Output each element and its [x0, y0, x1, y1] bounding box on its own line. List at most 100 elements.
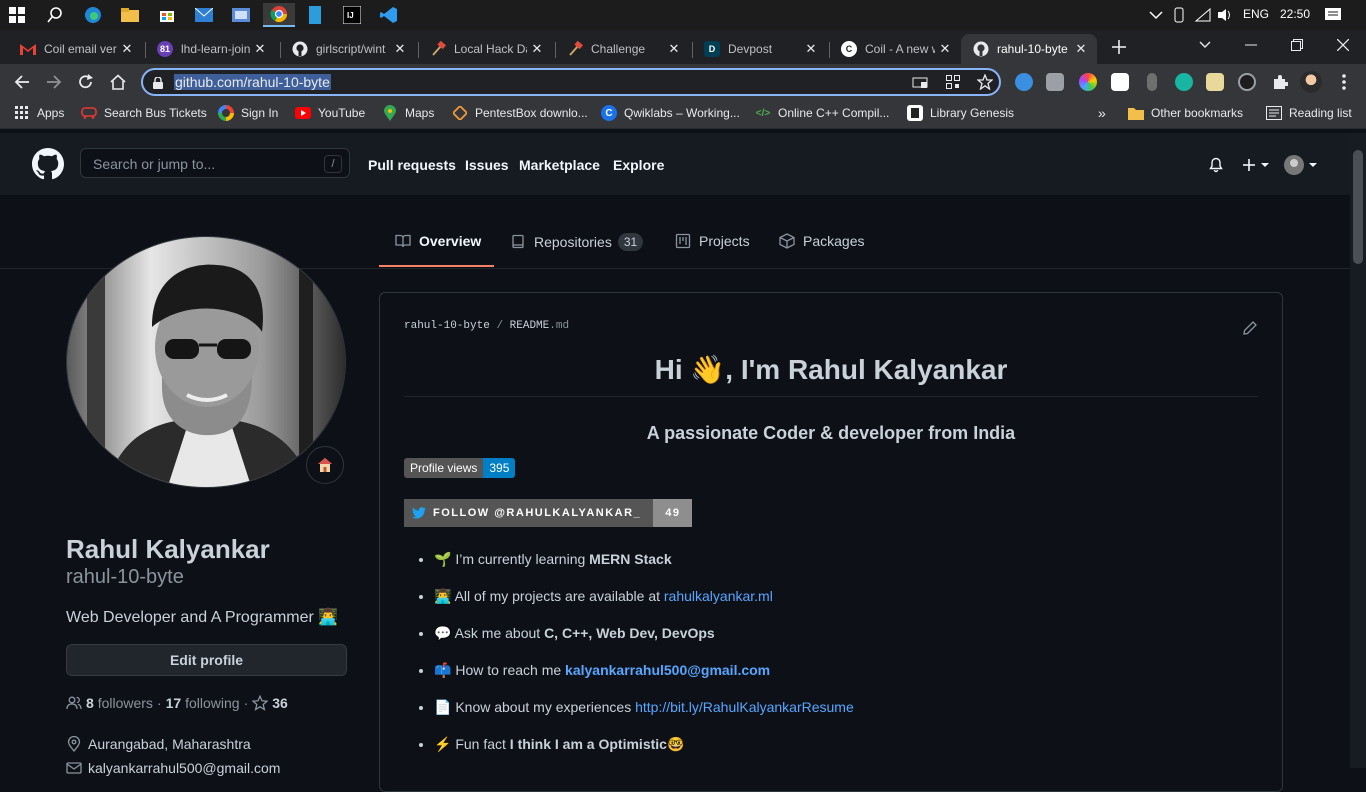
browser-tab[interactable]: 81 lhd-learn-join ✕ — [145, 34, 276, 64]
readme-path-user[interactable]: rahul-10-byte — [404, 320, 490, 332]
nav-marketplace[interactable]: Marketplace — [519, 157, 600, 173]
extension-note-icon[interactable] — [1206, 73, 1224, 91]
cast-icon[interactable] — [912, 76, 928, 94]
bookmark-star-icon[interactable] — [976, 73, 994, 95]
volume-icon[interactable] — [1212, 3, 1238, 27]
tab-projects[interactable]: Projects — [675, 233, 750, 249]
browser-tab[interactable]: Local Hack Da ✕ — [418, 34, 553, 64]
file-explorer-icon[interactable] — [117, 3, 143, 27]
reload-icon[interactable] — [74, 70, 98, 94]
mail-icon[interactable] — [191, 3, 217, 27]
following-link[interactable]: 17 following — [166, 695, 240, 711]
user-menu-avatar[interactable] — [1284, 154, 1320, 181]
bookmark-sign-in[interactable]: Sign In — [218, 105, 278, 121]
browser-tab-active[interactable]: rahul-10-byte ✕ — [961, 34, 1097, 64]
new-tab-icon[interactable] — [1106, 35, 1132, 59]
readme-path-file[interactable]: README — [510, 320, 550, 332]
tab-overview[interactable]: Overview — [395, 233, 481, 249]
close-tab-icon[interactable]: ✕ — [935, 41, 955, 57]
nav-issues[interactable]: Issues — [465, 157, 509, 173]
readme-divider — [404, 396, 1258, 397]
store-icon[interactable] — [154, 3, 180, 27]
notifications-bell-icon[interactable] — [1208, 157, 1224, 178]
set-status-button[interactable] — [306, 446, 344, 484]
bookmark-youtube[interactable]: YouTube — [295, 105, 365, 121]
resume-link[interactable]: http://bit.ly/RahulKalyankarResume — [635, 699, 854, 715]
browser-tab[interactable]: C Coil - A new w ✕ — [829, 34, 961, 64]
close-tab-icon[interactable]: ✕ — [117, 41, 137, 57]
restore-icon[interactable] — [1284, 33, 1310, 57]
close-tab-icon[interactable]: ✕ — [801, 41, 821, 57]
tab-repositories[interactable]: Repositories 31 — [510, 233, 644, 251]
bookmark-cpp-compiler[interactable]: </> Online C++ Compil... — [755, 105, 890, 121]
extensions-puzzle-icon[interactable] — [1268, 70, 1292, 94]
package-icon — [779, 233, 795, 249]
forward-icon[interactable] — [42, 70, 66, 94]
bookmark-maps[interactable]: Maps — [382, 105, 434, 121]
browser-tab[interactable]: D Devpost ✕ — [692, 34, 827, 64]
vscode-icon[interactable] — [376, 3, 402, 27]
extension-color-icon[interactable] — [1079, 73, 1097, 91]
search-icon[interactable] — [42, 3, 68, 27]
back-icon[interactable] — [10, 70, 34, 94]
extension-m-icon[interactable] — [1175, 73, 1193, 91]
lock-icon[interactable] — [153, 76, 163, 94]
close-tab-icon[interactable]: ✕ — [390, 41, 410, 57]
nav-pull-requests[interactable]: Pull requests — [368, 157, 456, 173]
tab-search-chevron-icon[interactable] — [1192, 33, 1218, 57]
edge-icon[interactable] — [80, 3, 106, 27]
bookmarks-overflow[interactable]: » — [1098, 105, 1106, 121]
close-tab-icon[interactable]: ✕ — [1071, 41, 1091, 57]
bookmark-qwiklabs[interactable]: C Qwiklabs – Working... — [601, 105, 740, 121]
scrollbar-thumb[interactable] — [1353, 150, 1363, 264]
address-bar[interactable]: github.com/rahul-10-byte — [141, 68, 1001, 96]
bookmark-library-genesis[interactable]: Library Genesis — [907, 105, 1014, 121]
bookmark-other-folder[interactable]: Other bookmarks — [1128, 105, 1243, 121]
bookmark-app-icon[interactable] — [302, 3, 328, 27]
chrome-menu-icon[interactable] — [1332, 70, 1356, 94]
browser-tab[interactable]: Challenge ✕ — [555, 34, 690, 64]
edit-profile-button[interactable]: Edit profile — [66, 644, 347, 676]
extension-owl-icon[interactable] — [1111, 73, 1129, 91]
close-tab-icon[interactable]: ✕ — [250, 41, 270, 57]
close-tab-icon[interactable]: ✕ — [664, 41, 684, 57]
followers-link[interactable]: 8 followers — [86, 695, 153, 711]
chrome-icon[interactable] — [263, 3, 295, 27]
home-icon[interactable] — [106, 70, 130, 94]
nav-explore[interactable]: Explore — [613, 157, 664, 173]
github-logo-icon[interactable] — [32, 148, 64, 185]
qr-code-icon[interactable] — [946, 75, 960, 94]
portfolio-link[interactable]: rahulkalyankar.ml — [664, 588, 773, 604]
close-tab-icon[interactable]: ✕ — [527, 41, 547, 57]
extension-gem-icon[interactable] — [1015, 73, 1033, 91]
app-icon[interactable] — [228, 3, 254, 27]
email-link[interactable]: kalyankarrahul500@gmail.com — [565, 662, 770, 678]
windows-start-icon[interactable] — [4, 3, 30, 27]
reading-list[interactable]: Reading list — [1266, 105, 1352, 121]
bookmark-pentestbox[interactable]: PentestBox downlo... — [452, 105, 588, 121]
stars-count[interactable]: 36 — [272, 695, 288, 711]
tab-packages[interactable]: Packages — [779, 233, 864, 249]
intellij-icon[interactable]: IJ — [339, 3, 365, 27]
edit-readme-pencil-icon[interactable] — [1242, 320, 1258, 341]
create-new-plus-icon[interactable] — [1241, 157, 1271, 178]
profile-email[interactable]: kalyankarrahul500@gmail.com — [66, 760, 280, 776]
minimize-icon[interactable] — [1238, 33, 1264, 57]
notifications-icon[interactable] — [1320, 3, 1346, 27]
usb-icon[interactable] — [1166, 3, 1192, 27]
bookmark-bus-tickets[interactable]: Search Bus Tickets — [81, 105, 207, 121]
clock[interactable]: 22:50 — [1280, 7, 1310, 21]
bookmark-apps[interactable]: Apps — [14, 105, 64, 121]
browser-tab[interactable]: Coil email ver ✕ — [8, 34, 143, 64]
profile-avatar-icon[interactable] — [1300, 71, 1322, 93]
extension-loop-icon[interactable] — [1238, 73, 1256, 91]
extension-mouse-icon[interactable] — [1147, 73, 1157, 91]
github-search-input[interactable]: Search or jump to... / — [80, 148, 350, 178]
twitter-follow-badge[interactable]: FOLLOW @RAHULKALYANKAR_ 49 — [404, 499, 693, 527]
language-indicator[interactable]: ENG — [1243, 7, 1269, 21]
browser-tab[interactable]: girlscript/wint ✕ — [280, 34, 416, 64]
extension-reader-icon[interactable] — [1046, 73, 1064, 91]
url-text[interactable]: github.com/rahul-10-byte — [174, 74, 331, 90]
close-window-icon[interactable] — [1330, 33, 1356, 57]
profile-avatar[interactable] — [66, 236, 346, 488]
